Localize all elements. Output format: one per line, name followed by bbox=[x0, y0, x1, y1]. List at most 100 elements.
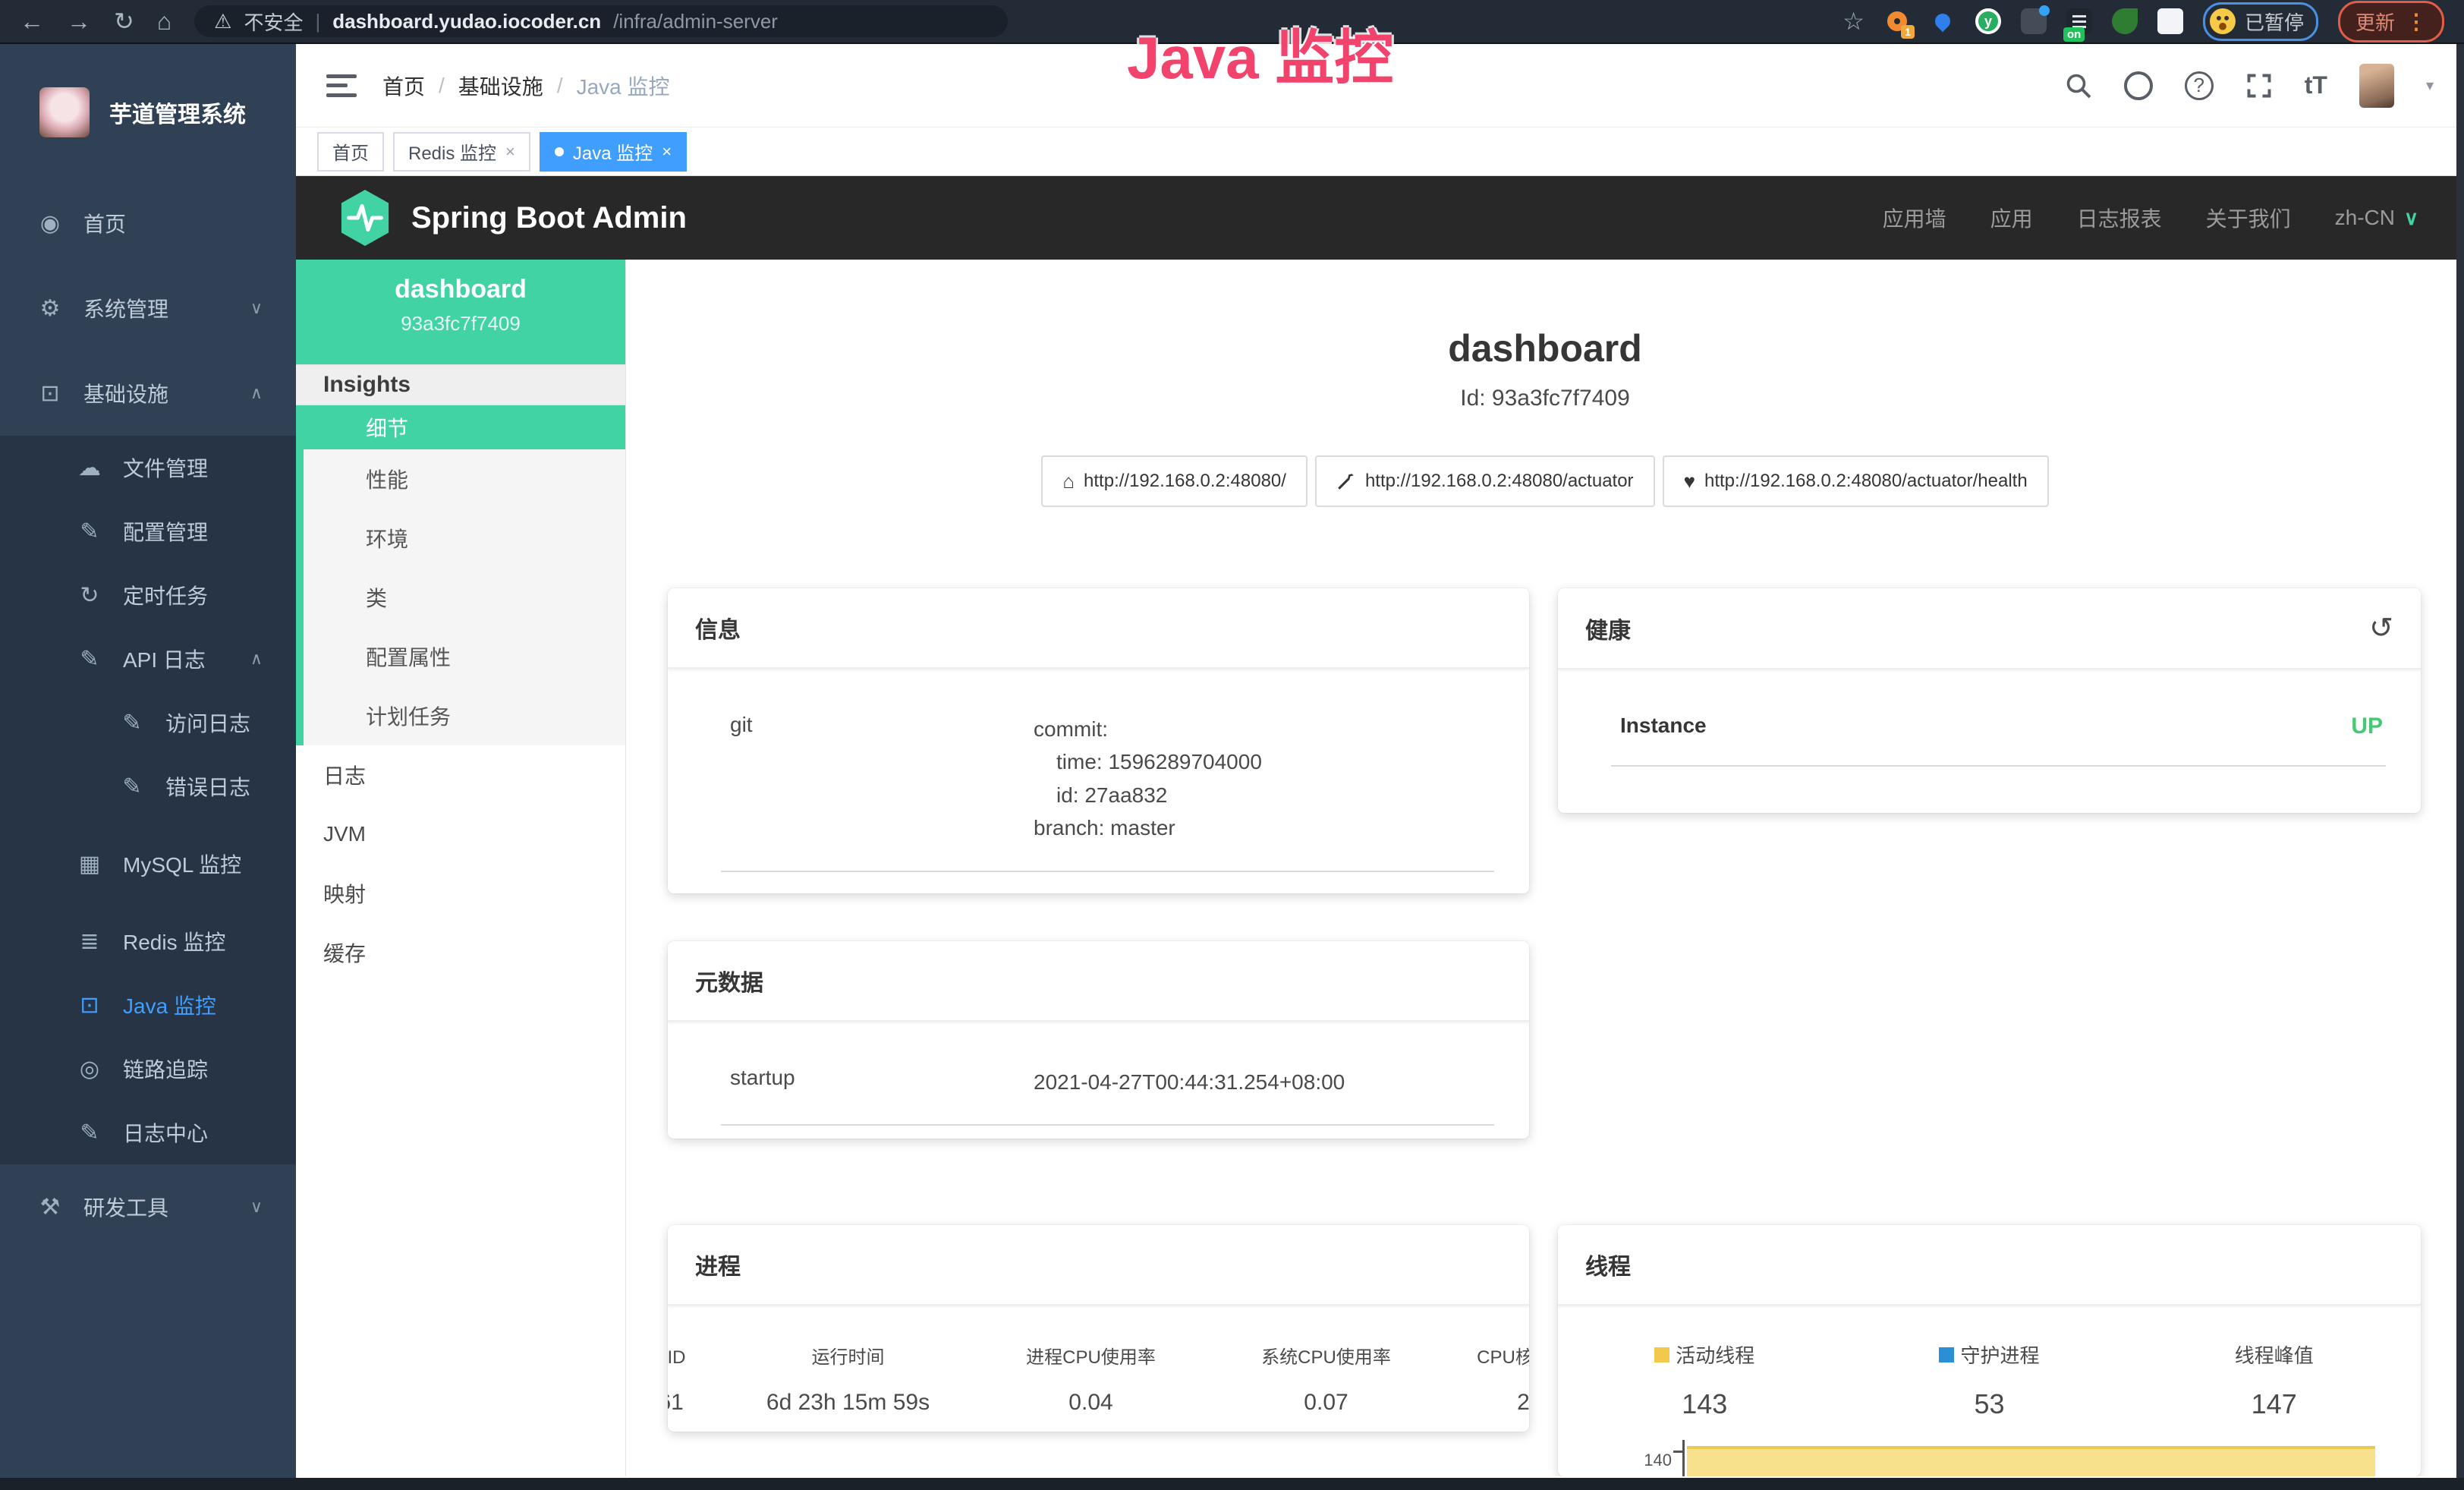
y-tick: 140 bbox=[1619, 1451, 1672, 1470]
breadcrumb-separator: / bbox=[439, 74, 445, 98]
not-secure-icon: ⚠ bbox=[214, 10, 231, 33]
app-logo bbox=[39, 87, 90, 137]
threads-card-title: 线程 bbox=[1585, 1248, 1631, 1281]
tab-home[interactable]: 首页 bbox=[317, 132, 384, 172]
sidebar-item-redis[interactable]: ≣Redis 监控 bbox=[0, 909, 296, 973]
chevron-down-icon: ∨ bbox=[250, 298, 263, 318]
sba-nav-journal[interactable]: 日志报表 bbox=[2077, 203, 2162, 233]
sidebar-item-dev-tools[interactable]: ⚒研发工具∨ bbox=[0, 1164, 296, 1249]
back-icon[interactable]: ← bbox=[20, 9, 44, 33]
daemon-threads-swatch bbox=[1939, 1347, 1954, 1362]
insights-list: 细节 性能 环境 类 配置属性 计划任务 bbox=[296, 405, 625, 745]
extensions-puzzle-icon[interactable] bbox=[2157, 8, 2183, 34]
metadata-row-value: 2021-04-27T00:44:31.254+08:00 bbox=[1034, 1066, 1345, 1098]
github-icon[interactable] bbox=[2124, 71, 2153, 100]
service-url-button[interactable]: ⌂ http://192.168.0.2:48080/ bbox=[1041, 455, 1308, 507]
insight-item-classes[interactable]: 类 bbox=[304, 568, 625, 627]
monitor-icon: ⊡ bbox=[76, 992, 103, 1019]
instance-card[interactable]: dashboard 93a3fc7f7409 bbox=[296, 260, 625, 364]
sba-nav-wallboard[interactable]: 应用墙 bbox=[1883, 203, 1946, 233]
tab-redis-monitor[interactable]: Redis 监控× bbox=[393, 132, 530, 172]
breadcrumb-infra[interactable]: 基础设施 bbox=[458, 71, 543, 101]
home-icon: ⌂ bbox=[1062, 470, 1075, 493]
extension-list-icon[interactable]: on bbox=[2066, 8, 2092, 34]
info-git-row: git commit: time: 1596289704000 id: 27aa… bbox=[668, 713, 1529, 845]
sidebar-item-infra[interactable]: ⊡基础设施∧ bbox=[0, 351, 296, 436]
tab-java-monitor[interactable]: Java 监控× bbox=[540, 132, 687, 172]
sidebar-item-mysql[interactable]: ▦MySQL 监控 bbox=[0, 818, 296, 909]
caret-down-icon[interactable]: ▾ bbox=[2426, 76, 2434, 95]
insight-item-environment[interactable]: 环境 bbox=[304, 509, 625, 568]
help-icon[interactable]: ? bbox=[2185, 71, 2214, 100]
extension-badge: 1 bbox=[1901, 25, 1915, 39]
extension-pin-icon[interactable] bbox=[1930, 8, 1956, 34]
hamburger-icon[interactable] bbox=[326, 74, 357, 97]
sidebar-item-home[interactable]: ◉首页 bbox=[0, 181, 296, 266]
infra-icon: ⊡ bbox=[36, 380, 64, 407]
spring-boot-admin-logo-icon bbox=[338, 188, 392, 247]
url-host: dashboard.yudao.iocoder.cn bbox=[332, 10, 601, 33]
sba-brand[interactable]: Spring Boot Admin bbox=[411, 201, 687, 235]
insight-item-details[interactable]: 细节 bbox=[304, 405, 625, 449]
live-threads-value: 143 bbox=[1558, 1388, 1852, 1420]
extension-grid-icon[interactable] bbox=[2021, 8, 2047, 34]
sidebar-item-jvm[interactable]: JVM bbox=[296, 805, 625, 864]
sidebar-item-config[interactable]: ✎配置管理 bbox=[0, 499, 296, 563]
sidebar-item-error-log[interactable]: ✎错误日志 bbox=[0, 754, 296, 818]
sba-nav-applications[interactable]: 应用 bbox=[1990, 203, 2033, 233]
not-secure-label: 不安全 bbox=[244, 8, 303, 36]
breadcrumb-home[interactable]: 首页 bbox=[382, 71, 425, 101]
extension-orange-icon[interactable]: 1 bbox=[1884, 8, 1910, 34]
process-card: 进程 进程ID 运行时间 进程CPU使用率 系统CPU使用率 CPU核心数 52… bbox=[668, 1225, 1529, 1432]
insight-item-metrics[interactable]: 性能 bbox=[304, 449, 625, 509]
main-content: dashboard Id: 93a3fc7f7409 ⌂ http://192.… bbox=[626, 260, 2464, 1476]
browser-menu-icon[interactable]: ⋮ bbox=[2406, 9, 2427, 34]
sidebar-item-system[interactable]: ⚙系统管理∨ bbox=[0, 266, 296, 351]
insight-item-config-props[interactable]: 配置属性 bbox=[304, 627, 625, 686]
locale-selector[interactable]: zh-CN ∨ bbox=[2335, 206, 2418, 230]
row-divider bbox=[1611, 765, 2386, 767]
font-size-icon[interactable]: tT bbox=[2305, 71, 2327, 99]
update-button[interactable]: 更新 ⋮ bbox=[2338, 1, 2444, 43]
sba-nav-about[interactable]: 关于我们 bbox=[2206, 203, 2291, 233]
search-icon[interactable] bbox=[2065, 72, 2092, 99]
bookmark-star-icon[interactable]: ☆ bbox=[1842, 9, 1865, 33]
uptime-value: 6d 23h 15m 59s bbox=[723, 1390, 974, 1416]
row-divider bbox=[721, 1124, 1494, 1126]
log-icon: ✎ bbox=[118, 773, 146, 800]
paused-badge[interactable]: 已暂停 bbox=[2203, 2, 2318, 41]
home-icon[interactable]: ⌂ bbox=[157, 9, 172, 33]
actuator-url-button[interactable]: http://192.168.0.2:48080/actuator bbox=[1315, 455, 1655, 507]
threads-legend: 活动线程 守护进程 线程峰值 bbox=[1558, 1340, 2421, 1369]
scrollbar[interactable] bbox=[2456, 44, 2464, 1478]
reload-icon[interactable]: ↻ bbox=[114, 9, 134, 33]
extension-y-icon[interactable]: y bbox=[1975, 8, 2001, 34]
header-actions: ? tT ▾ bbox=[2065, 64, 2434, 108]
user-avatar[interactable] bbox=[2359, 64, 2394, 108]
forward-icon[interactable]: → bbox=[67, 9, 91, 33]
chevron-up-icon: ∧ bbox=[250, 383, 263, 403]
extension-leaf-icon[interactable] bbox=[2112, 8, 2138, 34]
sidebar-item-caches[interactable]: 缓存 bbox=[296, 923, 625, 982]
app-title: 芋道管理系统 bbox=[109, 96, 246, 129]
close-icon[interactable]: × bbox=[662, 142, 672, 162]
health-url-button[interactable]: ♥ http://192.168.0.2:48080/actuator/heal… bbox=[1663, 455, 2049, 507]
fullscreen-icon[interactable] bbox=[2245, 72, 2273, 99]
wrench-icon bbox=[1336, 471, 1356, 491]
sidebar-item-access-log[interactable]: ✎访问日志 bbox=[0, 691, 296, 754]
sidebar-item-mappings[interactable]: 映射 bbox=[296, 864, 625, 923]
address-bar[interactable]: ⚠ 不安全 | dashboard.yudao.iocoder.cn /infr… bbox=[194, 5, 1008, 37]
history-icon[interactable]: ↺ bbox=[2369, 611, 2393, 645]
active-dot-icon bbox=[555, 147, 564, 156]
health-card: 健康 ↺ Instance UP bbox=[1558, 588, 2421, 813]
sidebar-item-java-monitor[interactable]: ⊡Java 监控 bbox=[0, 973, 296, 1037]
sidebar-item-api-log[interactable]: ✎API 日志∧ bbox=[0, 627, 296, 691]
chevron-down-icon: ∨ bbox=[2404, 206, 2418, 230]
insight-item-scheduled-tasks[interactable]: 计划任务 bbox=[304, 686, 625, 745]
sidebar-item-log-center[interactable]: ✎日志中心 bbox=[0, 1101, 296, 1164]
sidebar-item-logfile[interactable]: 日志 bbox=[296, 745, 625, 805]
close-icon[interactable]: × bbox=[505, 142, 515, 162]
sidebar-item-tracing[interactable]: ◎链路追踪 bbox=[0, 1037, 296, 1101]
sidebar-item-jobs[interactable]: ↻定时任务 bbox=[0, 563, 296, 627]
sidebar-item-files[interactable]: ☁文件管理 bbox=[0, 436, 296, 499]
